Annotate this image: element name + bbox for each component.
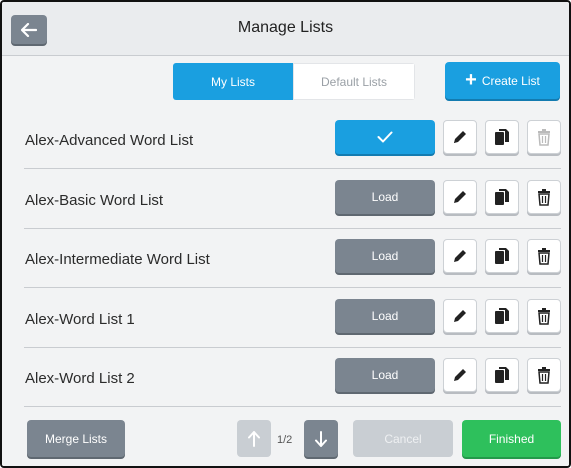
delete-button[interactable]	[527, 120, 561, 154]
merge-lists-button[interactable]: Merge Lists	[27, 420, 125, 457]
arrow-down-icon	[315, 430, 327, 447]
row-divider	[24, 228, 561, 229]
copy-icon	[495, 129, 509, 145]
checkmark-icon	[377, 131, 393, 143]
list-type-tabs: My Lists Default Lists	[173, 63, 415, 100]
dialog-header: Manage Lists	[2, 2, 569, 56]
page-indicator: 1/2	[277, 434, 293, 446]
load-button[interactable]: Load	[335, 180, 435, 214]
row-divider	[24, 168, 561, 169]
tab-default-lists[interactable]: Default Lists	[293, 63, 415, 100]
pencil-icon	[454, 369, 466, 381]
row-divider	[24, 406, 561, 407]
page-down-button[interactable]	[304, 420, 338, 457]
list-name: Alex-Word List 2	[25, 370, 135, 387]
create-list-label: Create List	[481, 73, 540, 88]
trash-icon	[538, 189, 550, 206]
delete-button[interactable]	[527, 180, 561, 214]
list-name: Alex-Word List 1	[25, 311, 135, 328]
copy-button[interactable]	[485, 358, 519, 392]
edit-button[interactable]	[443, 120, 477, 154]
list-row: Alex-Basic Word List Load	[24, 171, 561, 229]
page-up-button[interactable]	[237, 420, 271, 457]
list-row: Alex-Word List 1 Load	[24, 290, 561, 348]
row-divider	[24, 287, 561, 288]
pencil-icon	[454, 310, 466, 322]
load-button[interactable]: Load	[335, 358, 435, 392]
pencil-icon	[454, 131, 466, 143]
cancel-button[interactable]: Cancel	[353, 420, 453, 457]
copy-button[interactable]	[485, 120, 519, 154]
loaded-checkmark-button[interactable]	[335, 120, 435, 154]
list-name: Alex-Advanced Word List	[25, 132, 194, 149]
edit-button[interactable]	[443, 239, 477, 273]
manage-lists-dialog: Manage Lists My Lists Default Lists + Cr…	[0, 0, 571, 468]
trash-icon	[538, 367, 550, 384]
plus-icon: +	[465, 68, 477, 91]
tab-my-lists[interactable]: My Lists	[173, 63, 293, 100]
list-name: Alex-Basic Word List	[25, 192, 164, 209]
row-divider	[24, 347, 561, 348]
delete-button[interactable]	[527, 358, 561, 392]
copy-button[interactable]	[485, 239, 519, 273]
trash-icon	[538, 308, 550, 325]
copy-icon	[495, 367, 509, 383]
delete-button[interactable]	[527, 239, 561, 273]
pencil-icon	[454, 191, 466, 203]
load-button[interactable]: Load	[335, 239, 435, 273]
finished-button[interactable]: Finished	[462, 420, 561, 457]
edit-button[interactable]	[443, 358, 477, 392]
arrow-up-icon	[248, 430, 260, 447]
page-title: Manage Lists	[237, 19, 334, 36]
list-row: Alex-Advanced Word List	[24, 111, 561, 169]
pencil-icon	[454, 250, 466, 262]
list-name: Alex-Intermediate Word List	[25, 251, 210, 268]
load-button[interactable]: Load	[335, 299, 435, 333]
copy-icon	[495, 248, 509, 264]
delete-button[interactable]	[527, 299, 561, 333]
trash-icon	[538, 129, 550, 146]
edit-button[interactable]	[443, 299, 477, 333]
copy-icon	[495, 308, 509, 324]
list-row: Alex-Intermediate Word List Load	[24, 230, 561, 288]
trash-icon	[538, 248, 550, 265]
copy-button[interactable]	[485, 180, 519, 214]
copy-icon	[495, 189, 509, 205]
list-row: Alex-Word List 2 Load	[24, 349, 561, 407]
copy-button[interactable]	[485, 299, 519, 333]
create-list-button[interactable]: + Create List	[445, 62, 560, 99]
edit-button[interactable]	[443, 180, 477, 214]
